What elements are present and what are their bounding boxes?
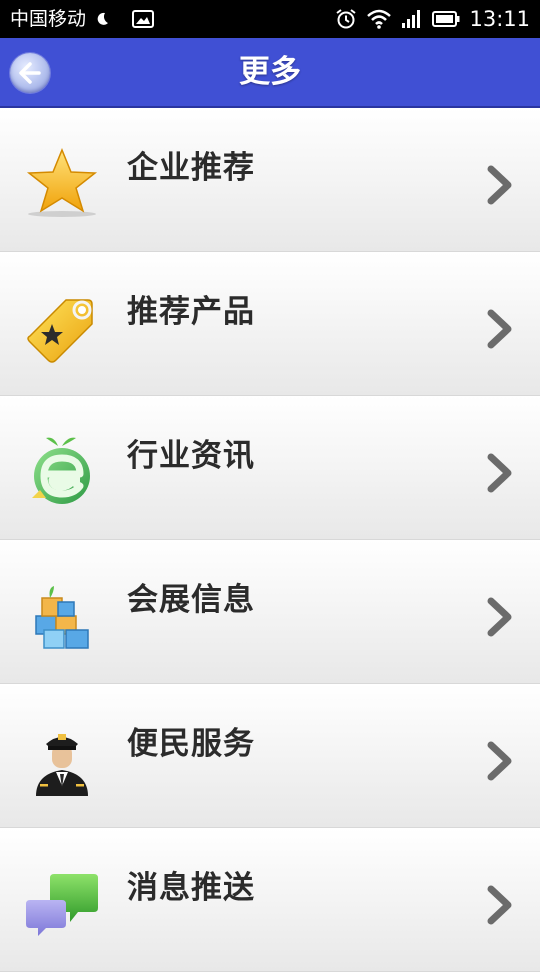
menu-item-exhibition-info[interactable]: 会展信息 [0,540,540,684]
menu-list: 企业推荐 推荐产品 行业资讯 会展信息 便民服务 消息推送 [0,108,540,972]
star-icon [26,148,98,217]
menu-item-label: 行业资讯 [127,438,255,474]
chevron-right-icon [487,597,512,637]
signal-icon [402,10,421,28]
menu-item-convenience-services[interactable]: 便民服务 [0,684,540,828]
status-bar: 中国移动 13:11 [0,0,540,38]
news-e-icon [32,437,90,504]
menu-item-label: 推荐产品 [127,294,255,330]
chevron-right-icon [487,885,512,925]
chevron-right-icon [487,741,512,781]
blocks-icon [35,586,89,649]
tag-icon [27,299,93,363]
menu-item-message-push[interactable]: 消息推送 [0,828,540,972]
clock: 13:11 [469,7,530,31]
wifi-icon [367,9,392,29]
carrier-name: 中国移动 [10,8,87,30]
chat-bubbles-icon [26,874,98,936]
battery-icon [432,11,460,27]
pilot-icon [36,734,88,796]
status-right: 13:11 [335,0,530,38]
chevron-right-icon [487,165,512,205]
chevron-right-icon [487,453,512,493]
alarm-icon [336,9,357,29]
page-title: 更多 [239,54,301,90]
image-icon [132,10,155,28]
menu-item-industry-news[interactable]: 行业资讯 [0,396,540,540]
menu-item-enterprise-recommend[interactable]: 企业推荐 [0,108,540,252]
moon-icon [97,12,109,25]
menu-item-label: 会展信息 [127,582,255,618]
menu-item-recommended-products[interactable]: 推荐产品 [0,252,540,396]
chevron-right-icon [487,309,512,349]
menu-item-label: 便民服务 [127,726,255,762]
menu-item-label: 企业推荐 [127,150,255,186]
title-bar: 更多 [0,38,540,108]
menu-item-label: 消息推送 [127,870,255,906]
status-left: 中国移动 [10,0,155,38]
